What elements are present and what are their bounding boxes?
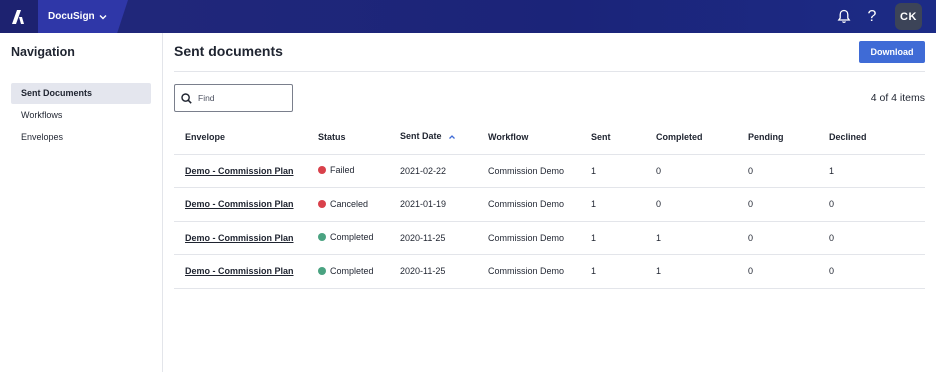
declined-count-cell: 0 xyxy=(818,187,925,222)
envelope-cell: Demo - Commission Plan xyxy=(174,221,307,255)
completed-count-cell: 0 xyxy=(645,187,737,222)
app-logo[interactable] xyxy=(0,0,38,33)
envelope-link[interactable]: Demo - Commission Plan xyxy=(185,199,294,209)
top-bar: DocuSign ? CK xyxy=(0,0,936,33)
sidebar-item-workflows[interactable]: Workflows xyxy=(11,105,151,126)
envelope-link[interactable]: Demo - Commission Plan xyxy=(185,166,294,176)
sent-date-cell: 2021-02-22 xyxy=(389,154,477,188)
status-cell: Failed xyxy=(307,154,389,188)
status-label: Completed xyxy=(330,232,374,243)
sidebar: Navigation Sent Documents Workflows Enve… xyxy=(0,33,163,372)
workflow-cell: Commission Demo xyxy=(477,154,580,188)
declined-count-cell: 1 xyxy=(818,154,925,188)
column-header-status[interactable]: Status xyxy=(307,120,389,155)
divider xyxy=(174,71,925,72)
status-failed-icon xyxy=(318,166,326,175)
column-header-completed[interactable]: Completed xyxy=(645,120,737,155)
sent-date-cell: 2020-11-25 xyxy=(389,221,477,255)
search-box[interactable] xyxy=(174,84,293,112)
sidebar-item-sent-documents[interactable]: Sent Documents xyxy=(11,83,151,104)
pending-count-cell: 0 xyxy=(737,154,818,188)
pending-count-cell: 0 xyxy=(737,254,818,289)
pending-count-cell: 0 xyxy=(737,221,818,255)
status-cell: Canceled xyxy=(307,187,389,222)
app-name: DocuSign xyxy=(48,11,95,22)
envelope-cell: Demo - Commission Plan xyxy=(174,254,307,289)
sidebar-nav: Sent Documents Workflows Envelopes xyxy=(11,83,151,149)
column-header-sent-date[interactable]: Sent Date xyxy=(389,120,477,155)
table-row: Demo - Commission Plan Completed 2020-11… xyxy=(174,254,925,289)
sent-documents-table: Envelope Status Sent Date Workflow Sent … xyxy=(174,120,925,289)
workflow-cell: Commission Demo xyxy=(477,221,580,255)
envelope-cell: Demo - Commission Plan xyxy=(174,187,307,222)
download-button[interactable]: Download xyxy=(859,41,925,63)
avatar[interactable]: CK xyxy=(895,3,922,30)
sent-count-cell: 1 xyxy=(580,221,645,255)
column-header-sent-date-label: Sent Date xyxy=(400,131,442,142)
logo-icon xyxy=(12,9,24,24)
column-header-declined[interactable]: Declined xyxy=(818,120,925,155)
sent-count-cell: 1 xyxy=(580,154,645,188)
status-cell: Completed xyxy=(307,221,389,255)
sent-count-cell: 1 xyxy=(580,187,645,222)
pending-count-cell: 0 xyxy=(737,187,818,222)
completed-count-cell: 0 xyxy=(645,154,737,188)
table-header-row: Envelope Status Sent Date Workflow Sent … xyxy=(174,120,925,155)
workflow-cell: Commission Demo xyxy=(477,254,580,289)
help-button[interactable]: ? xyxy=(857,4,883,30)
column-header-envelope[interactable]: Envelope xyxy=(174,120,307,155)
page-title: Sent documents xyxy=(174,43,283,59)
item-count: 4 of 4 items xyxy=(870,92,925,104)
table-row: Demo - Commission Plan Canceled 2021-01-… xyxy=(174,187,925,222)
sent-date-cell: 2021-01-19 xyxy=(389,187,477,222)
envelope-link[interactable]: Demo - Commission Plan xyxy=(185,233,294,243)
status-label: Completed xyxy=(330,265,374,276)
sidebar-title: Navigation xyxy=(11,45,75,59)
column-header-workflow[interactable]: Workflow xyxy=(477,120,580,155)
envelope-link[interactable]: Demo - Commission Plan xyxy=(185,266,294,276)
notifications-button[interactable] xyxy=(831,4,857,30)
chevron-down-icon xyxy=(98,12,108,22)
sort-ascending-icon[interactable] xyxy=(448,132,456,142)
status-completed-icon xyxy=(318,266,326,275)
table-row: Demo - Commission Plan Completed 2020-11… xyxy=(174,221,925,255)
help-icon: ? xyxy=(867,7,877,25)
sent-count-cell: 1 xyxy=(580,254,645,289)
bell-icon xyxy=(837,9,851,24)
completed-count-cell: 1 xyxy=(645,221,737,255)
search-icon xyxy=(181,92,192,104)
column-header-pending[interactable]: Pending xyxy=(737,120,818,155)
workflow-cell: Commission Demo xyxy=(477,187,580,222)
status-label: Canceled xyxy=(330,198,369,209)
sent-date-cell: 2020-11-25 xyxy=(389,254,477,289)
app-switcher[interactable]: DocuSign xyxy=(38,0,128,33)
table-row: Demo - Commission Plan Failed 2021-02-22… xyxy=(174,154,925,188)
completed-count-cell: 1 xyxy=(645,254,737,289)
status-cell: Completed xyxy=(307,254,389,289)
declined-count-cell: 0 xyxy=(818,221,925,255)
declined-count-cell: 0 xyxy=(818,254,925,289)
search-input[interactable] xyxy=(198,93,288,103)
status-completed-icon xyxy=(318,233,326,242)
status-canceled-icon xyxy=(318,199,326,208)
column-header-sent[interactable]: Sent xyxy=(580,120,645,155)
envelope-cell: Demo - Commission Plan xyxy=(174,154,307,188)
status-label: Failed xyxy=(330,165,355,176)
sidebar-item-envelopes[interactable]: Envelopes xyxy=(11,127,151,148)
